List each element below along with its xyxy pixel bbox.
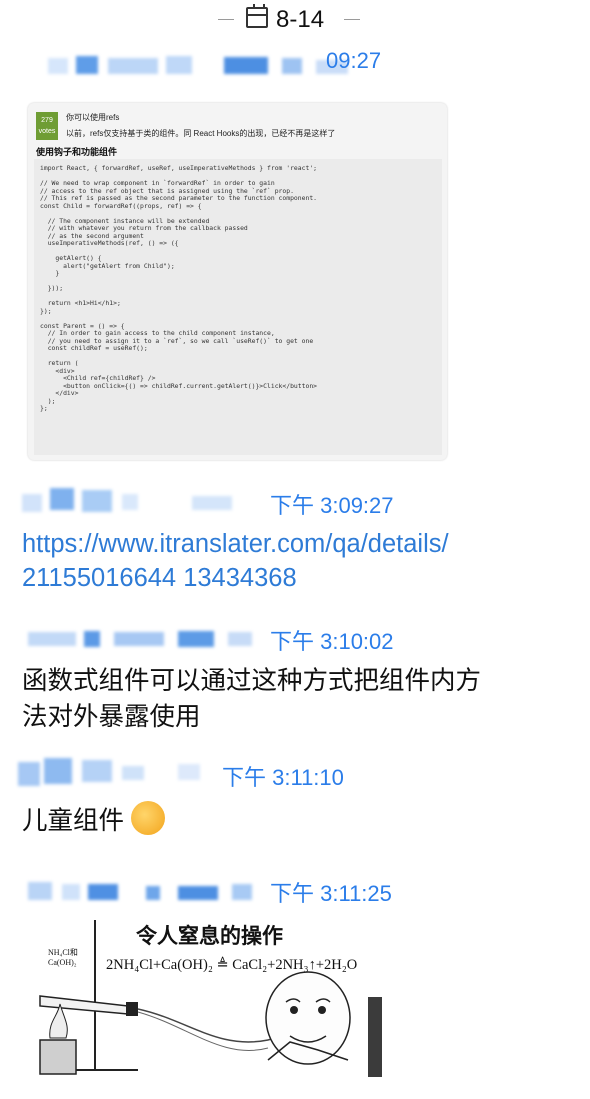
divider — [218, 19, 234, 20]
calendar-icon — [246, 4, 268, 28]
sender-name-blurred — [28, 878, 264, 904]
date-label: 8-14 — [276, 6, 325, 33]
message-text: 儿童组件 — [22, 801, 166, 839]
screenshot-image[interactable]: 279 votes 你可以使用refs 以前，refs仅支持基于类的组件。同 R… — [28, 103, 447, 460]
question-text: 你可以使用refs — [66, 113, 120, 122]
answer-heading: 使用钩子和功能组件 — [36, 147, 118, 157]
meme-image[interactable]: 令人窒息的操作 2NH₄Cl+Ca(OH)₂ ≜ CaCl₂+2NH₃↑+2H₂… — [18, 910, 382, 1080]
message-time: 下午 3:11:25 — [270, 881, 392, 906]
message-time: 下午 3:11:10 — [222, 765, 344, 790]
sender-name-blurred — [18, 756, 228, 788]
url-link[interactable]: https://www.itranslater.com/qa/details/ … — [22, 527, 582, 595]
message-text: 函数式组件可以通过这种方式把组件内方 法对外暴露使用 — [22, 667, 482, 731]
face-palm-emoji — [131, 801, 166, 836]
message-time: 下午 3:10:02 — [270, 629, 394, 654]
sender-name-blurred — [28, 628, 263, 650]
code-block: import React, { forwardRef, useRef, useI… — [34, 159, 442, 455]
answer-note: 以前，refs仅支持基于类的组件。同 React Hooks的出现，已经不再是这… — [66, 129, 336, 138]
vote-badge: 279 votes — [36, 112, 58, 140]
sender-name-blurred — [22, 486, 262, 516]
message-time: 09:27 — [326, 48, 382, 73]
message-time: 下午 3:09:27 — [270, 493, 394, 518]
date-header: 8-14 — [0, 0, 590, 40]
meme-drawing — [39, 920, 351, 1075]
divider — [344, 19, 360, 20]
image-edge — [368, 997, 382, 1077]
